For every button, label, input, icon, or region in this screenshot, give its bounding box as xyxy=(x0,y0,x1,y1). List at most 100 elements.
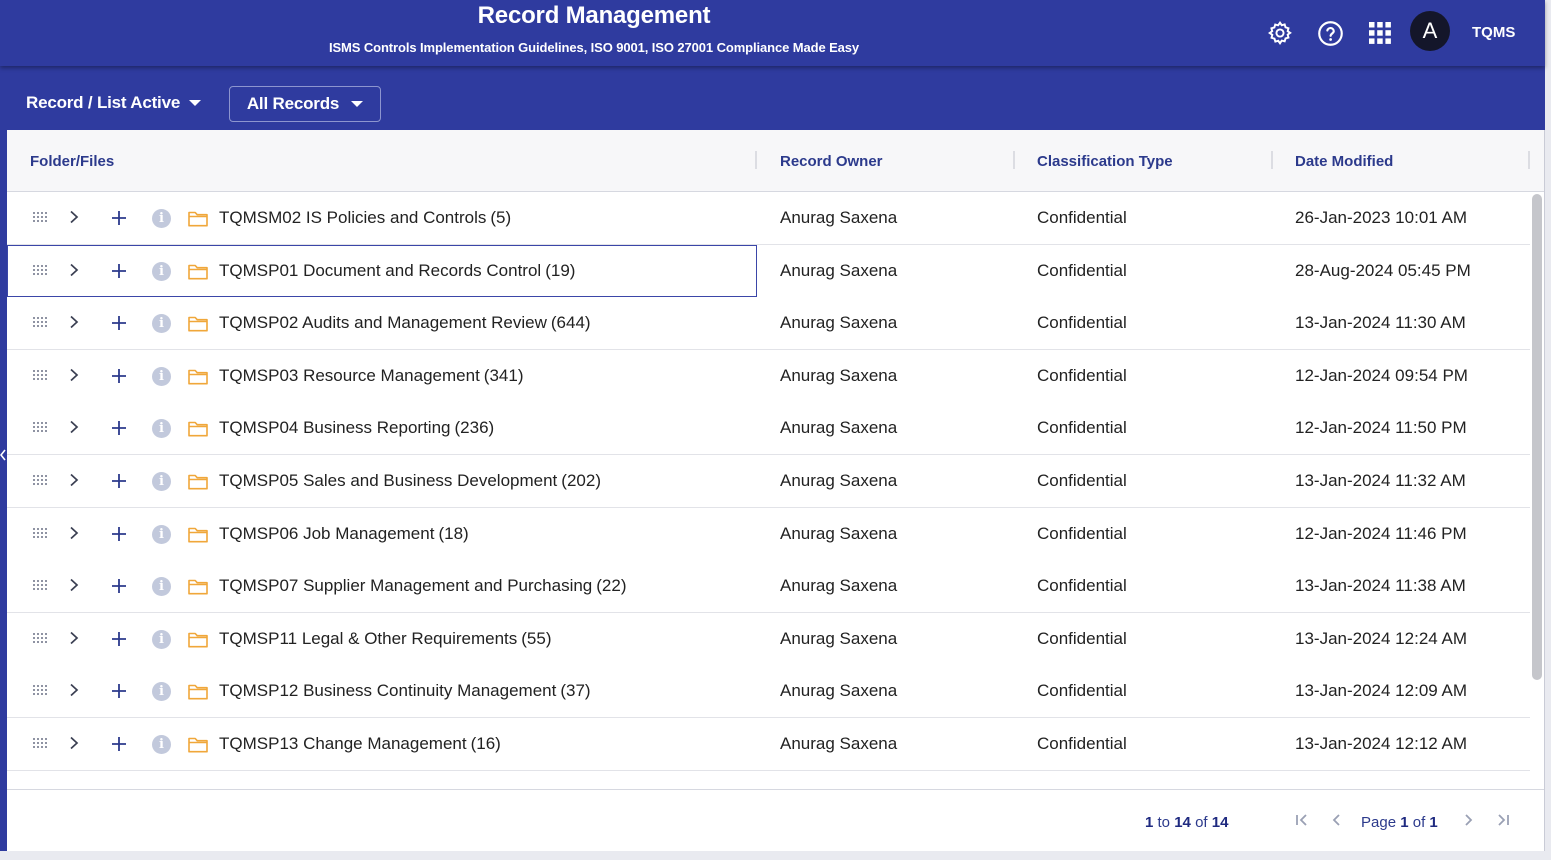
plus-icon[interactable] xyxy=(110,525,128,543)
avatar[interactable]: A xyxy=(1410,11,1450,51)
table-row[interactable]: i TQMSP07 Supplier Management and Purcha… xyxy=(7,560,1530,613)
drag-handle-icon[interactable] xyxy=(33,265,47,275)
table-row[interactable]: i TQMSP02 Audits and Management Review (6… xyxy=(7,297,1530,350)
chevron-right-icon[interactable] xyxy=(67,419,81,435)
chevron-right-icon[interactable] xyxy=(67,682,81,698)
table-row[interactable]: i TQMSP06 Job Management (18) Anurag Saxe… xyxy=(7,508,1530,561)
apps-button[interactable] xyxy=(1366,19,1394,47)
column-header-date[interactable]: Date Modified xyxy=(1295,153,1393,170)
drag-handle-icon[interactable] xyxy=(33,370,47,380)
table-row[interactable]: i TQMSM02 IS Policies and Controls (5) An… xyxy=(7,192,1530,245)
info-icon[interactable]: i xyxy=(152,682,171,701)
info-icon[interactable]: i xyxy=(152,314,171,333)
vertical-scrollbar[interactable] xyxy=(1532,192,1542,789)
info-icon[interactable]: i xyxy=(152,472,171,491)
folder-cell[interactable]: i TQMSP12 Business Continuity Management… xyxy=(7,665,757,717)
info-icon[interactable]: i xyxy=(152,262,171,281)
drag-handle-icon[interactable] xyxy=(33,685,47,695)
info-icon[interactable]: i xyxy=(152,630,171,649)
folder-cell[interactable]: i TQMSP11 Legal & Other Requirements (55) xyxy=(7,613,757,665)
folder-icon xyxy=(188,737,208,753)
column-header-owner[interactable]: Record Owner xyxy=(780,153,883,170)
info-icon[interactable]: i xyxy=(152,367,171,386)
plus-icon[interactable] xyxy=(110,209,128,227)
folder-cell[interactable]: i TQMSP02 Audits and Management Review (6… xyxy=(7,297,757,349)
previous-page-button[interactable] xyxy=(1329,811,1345,829)
drag-handle-icon[interactable] xyxy=(33,317,47,327)
folder-cell[interactable]: i TQMSP13 Change Management (16) xyxy=(7,718,757,770)
table-row[interactable]: i TQMSP05 Sales and Business Development… xyxy=(7,455,1530,508)
folder-icon xyxy=(188,684,208,700)
table-row[interactable]: i TQMSP11 Legal & Other Requirements (55)… xyxy=(7,613,1530,666)
chevron-right-icon[interactable] xyxy=(67,209,81,225)
folder-cell[interactable]: i TQMSP05 Sales and Business Development… xyxy=(7,455,757,507)
drag-handle-icon[interactable] xyxy=(33,738,47,748)
folder-icon xyxy=(188,474,208,490)
info-icon[interactable]: i xyxy=(152,419,171,438)
table-row[interactable]: i TQMSP04 Business Reporting (236) Anurag… xyxy=(7,402,1530,455)
chevron-right-icon[interactable] xyxy=(67,472,81,488)
collapse-panel-icon[interactable] xyxy=(0,448,6,462)
column-resizer[interactable] xyxy=(1271,151,1273,169)
column-resizer[interactable] xyxy=(1013,151,1015,169)
column-header-folder[interactable]: Folder/Files xyxy=(30,153,114,170)
plus-icon[interactable] xyxy=(110,472,128,490)
record-owner: Anurag Saxena xyxy=(780,576,898,595)
drag-handle-icon[interactable] xyxy=(33,422,47,432)
folder-cell[interactable]: i TQMSP04 Business Reporting (236) xyxy=(7,402,757,454)
folder-cell[interactable]: i TQMSP06 Job Management (18) xyxy=(7,508,757,560)
plus-icon[interactable] xyxy=(110,262,128,280)
classification-type: Confidential xyxy=(1037,208,1127,227)
plus-icon[interactable] xyxy=(110,682,128,700)
plus-icon[interactable] xyxy=(110,577,128,595)
chevron-right-icon[interactable] xyxy=(67,367,81,383)
plus-icon[interactable] xyxy=(110,735,128,753)
view-dropdown[interactable]: Record / List Active xyxy=(26,93,202,113)
plus-icon[interactable] xyxy=(110,367,128,385)
info-icon[interactable]: i xyxy=(152,735,171,754)
chevron-right-icon[interactable] xyxy=(67,262,81,278)
table-row[interactable]: i TQMSP03 Resource Management (341) Anura… xyxy=(7,350,1530,403)
next-page-icon xyxy=(1465,814,1473,826)
records-filter-dropdown[interactable]: All Records xyxy=(229,86,381,122)
folder-cell[interactable]: i TQMSP01 Document and Records Control (1… xyxy=(7,245,757,297)
help-button[interactable] xyxy=(1316,19,1344,47)
drag-handle-icon[interactable] xyxy=(33,475,47,485)
chevron-right-icon[interactable] xyxy=(67,525,81,541)
drag-handle-icon[interactable] xyxy=(33,212,47,222)
drag-handle-icon[interactable] xyxy=(33,528,47,538)
table-row[interactable]: i TQMSP12 Business Continuity Management… xyxy=(7,665,1530,718)
folder-cell[interactable]: i TQMSM02 IS Policies and Controls (5) xyxy=(7,192,757,244)
drag-handle-icon[interactable] xyxy=(33,633,47,643)
table-row[interactable]: i TQMSP01 Document and Records Control (1… xyxy=(7,245,1530,298)
folder-cell[interactable]: i TQMSP03 Resource Management (341) xyxy=(7,350,757,402)
next-page-button[interactable] xyxy=(1460,811,1476,829)
column-header-classification[interactable]: Classification Type xyxy=(1037,153,1173,170)
plus-icon[interactable] xyxy=(110,419,128,437)
folder-icon xyxy=(188,369,208,385)
settings-button[interactable] xyxy=(1266,19,1294,47)
info-icon[interactable]: i xyxy=(152,525,171,544)
plus-icon[interactable] xyxy=(110,314,128,332)
last-page-button[interactable] xyxy=(1495,811,1511,829)
row-from: 1 xyxy=(1145,814,1154,831)
table-row[interactable]: i TQMSP13 Change Management (16) Anurag S… xyxy=(7,718,1530,771)
folder-count: (236) xyxy=(454,418,495,437)
plus-icon[interactable] xyxy=(110,630,128,648)
app-window: Record Management ISMS Controls Implemen… xyxy=(0,0,1545,856)
info-icon[interactable]: i xyxy=(152,577,171,596)
column-resizer[interactable] xyxy=(755,151,757,169)
scrollbar-thumb[interactable] xyxy=(1532,194,1542,680)
chevron-right-icon[interactable] xyxy=(67,577,81,593)
info-icon[interactable]: i xyxy=(152,209,171,228)
first-page-button[interactable] xyxy=(1294,811,1310,829)
caret-down-icon xyxy=(351,101,364,107)
folder-title: TQMSP07 Supplier Management and Purchasi… xyxy=(219,576,593,595)
drag-handle-icon[interactable] xyxy=(33,580,47,590)
column-resizer[interactable] xyxy=(1528,151,1530,169)
folder-cell[interactable]: i TQMSP07 Supplier Management and Purcha… xyxy=(7,560,757,612)
chevron-right-icon[interactable] xyxy=(67,314,81,330)
folder-name: TQMSP01 Document and Records Control (19) xyxy=(219,261,575,281)
chevron-right-icon[interactable] xyxy=(67,630,81,646)
chevron-right-icon[interactable] xyxy=(67,735,81,751)
